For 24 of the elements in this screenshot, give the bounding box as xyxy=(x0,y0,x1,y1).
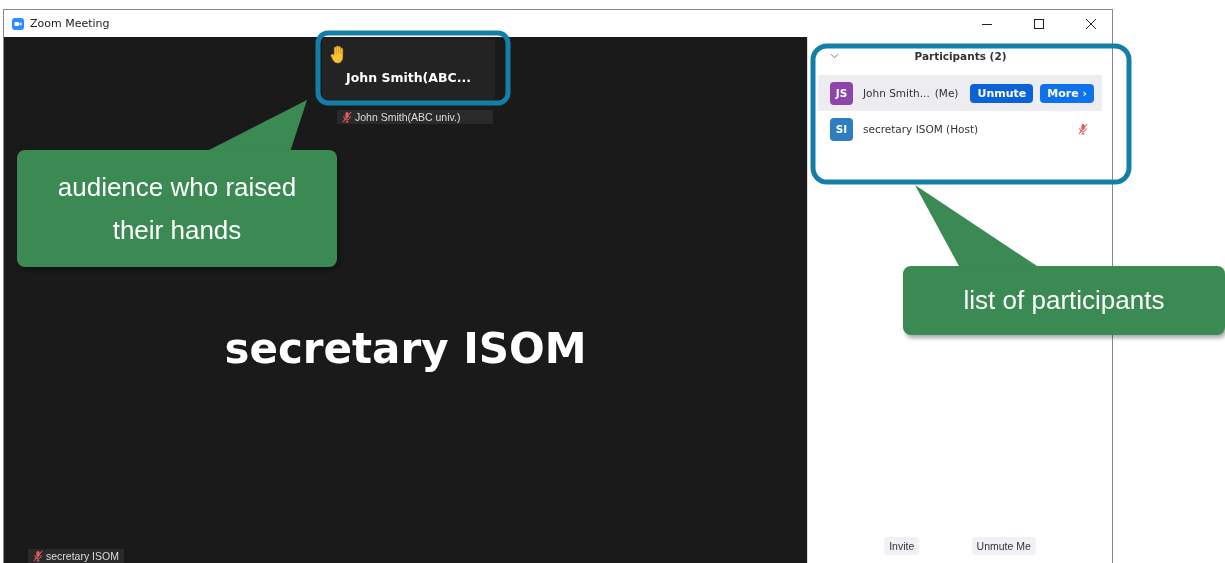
avatar: SI xyxy=(829,117,853,141)
invite-button[interactable]: Invite xyxy=(884,537,920,555)
unmute-me-button[interactable]: Unmute Me xyxy=(971,537,1036,555)
speaker-name: secretary ISOM xyxy=(223,324,588,373)
avatar: JS xyxy=(829,81,853,105)
participant-name: secretary ISOM (Host) xyxy=(862,123,979,135)
unmute-button[interactable]: Unmute xyxy=(970,83,1034,103)
muted-mic-icon xyxy=(1078,123,1088,135)
maximize-icon[interactable] xyxy=(1034,18,1044,29)
close-icon[interactable] xyxy=(1086,18,1096,29)
window-title: Zoom Meeting xyxy=(30,17,110,30)
participant-name: John Smith... xyxy=(862,87,930,99)
participant-name: secretary ISOM xyxy=(46,550,119,562)
chevron-icon[interactable] xyxy=(829,53,839,59)
muted-mic-icon xyxy=(342,111,352,123)
camera-icon xyxy=(12,17,24,30)
muted-mic-icon xyxy=(33,550,43,562)
participant-row[interactable]: JS John Smith... (Me) Unmute More › xyxy=(817,75,1102,111)
participant-name: John Smith(ABC... xyxy=(344,70,472,85)
more-button[interactable]: More › xyxy=(1040,83,1094,103)
panel-title: Participants (2) xyxy=(913,50,1008,62)
participant-name: John Smith(ABC univ.) xyxy=(355,111,461,123)
participant-row[interactable]: SI secretary ISOM (Host) xyxy=(817,111,1102,147)
participant-role: (Me) xyxy=(934,87,959,99)
